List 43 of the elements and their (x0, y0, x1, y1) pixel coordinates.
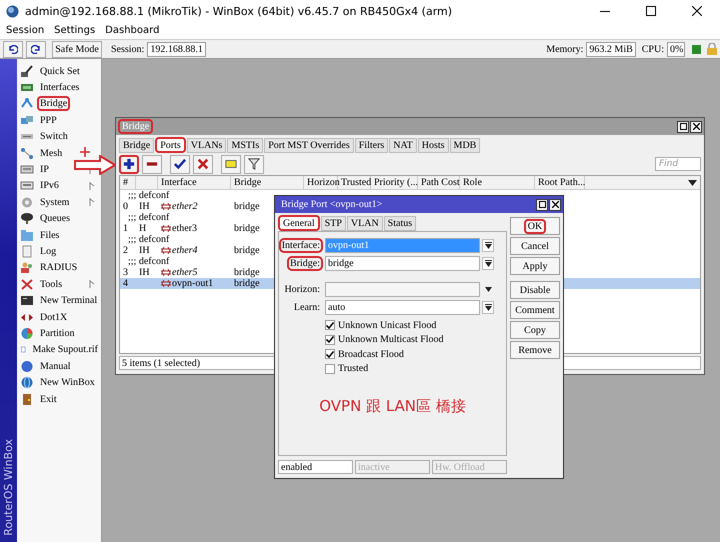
field-label: Interface: (278, 238, 323, 252)
checkbox-label: Unknown Multicast Flood (338, 334, 444, 346)
window-title: admin@192.168.88.1 (MikroTik) - WinBox (64bit) v6.45.7 on RB450Gx4 (arm) (25, 4, 454, 18)
table-cell: IH (139, 267, 150, 278)
table-cell-text: 4 (122, 278, 129, 289)
table-cell: ovpn-out1 (172, 278, 214, 289)
session-field: 192.168.88.1 (147, 42, 206, 56)
table-cell: H (139, 223, 146, 234)
table-cell: bridge (234, 245, 260, 256)
table-cell-text: 1 (122, 223, 129, 234)
comment-row-text: ;;; defconf (127, 212, 170, 223)
memory-label: Memory: (546, 44, 584, 54)
comment-row-text: ;;; defconf (127, 190, 170, 201)
table-cell: bridge (234, 267, 260, 278)
memory-field: 963.2 MiB (586, 42, 636, 56)
table-cell-text: 2 (122, 245, 129, 256)
status-text: Hw. Offload (432, 460, 507, 474)
table-cell: ether3 (172, 223, 197, 234)
cpu-field: 0% (667, 42, 685, 56)
field-label: Bridge: (287, 256, 323, 270)
table-cell: ether2 (172, 201, 198, 212)
comment-row-text: ;;; defconf (128, 256, 170, 267)
field-label: Learn: (292, 300, 321, 314)
table-cell: IH (139, 201, 150, 212)
comment-row-text: ;;; defconf (128, 234, 170, 245)
field-label: Horizon: (283, 282, 321, 296)
table-cell: bridge (234, 201, 260, 212)
table-cell-text: 3 (122, 267, 129, 278)
window-title: Bridge (118, 119, 154, 134)
table-cell: ether5 (172, 267, 198, 278)
status-text: enabled (278, 460, 353, 474)
table-cell: bridge (234, 278, 260, 289)
banner-text: RouterOS WinBox (2, 439, 15, 536)
session-label: Session: (111, 44, 144, 54)
table-cell: ether4 (172, 245, 198, 256)
table-cell: bridge (234, 223, 260, 234)
status-text: inactive (355, 460, 430, 474)
window-title: Bridge Port <ovpn-out1> (280, 198, 384, 212)
checkbox-label: Unknown Unicast Flood (338, 320, 436, 331)
table-cell-text: 0 (122, 201, 129, 212)
table-cell: IH (139, 245, 150, 256)
cpu-label: CPU: (642, 44, 664, 54)
caption: OVPN 跟 LAN區 橋接 (319, 397, 466, 416)
